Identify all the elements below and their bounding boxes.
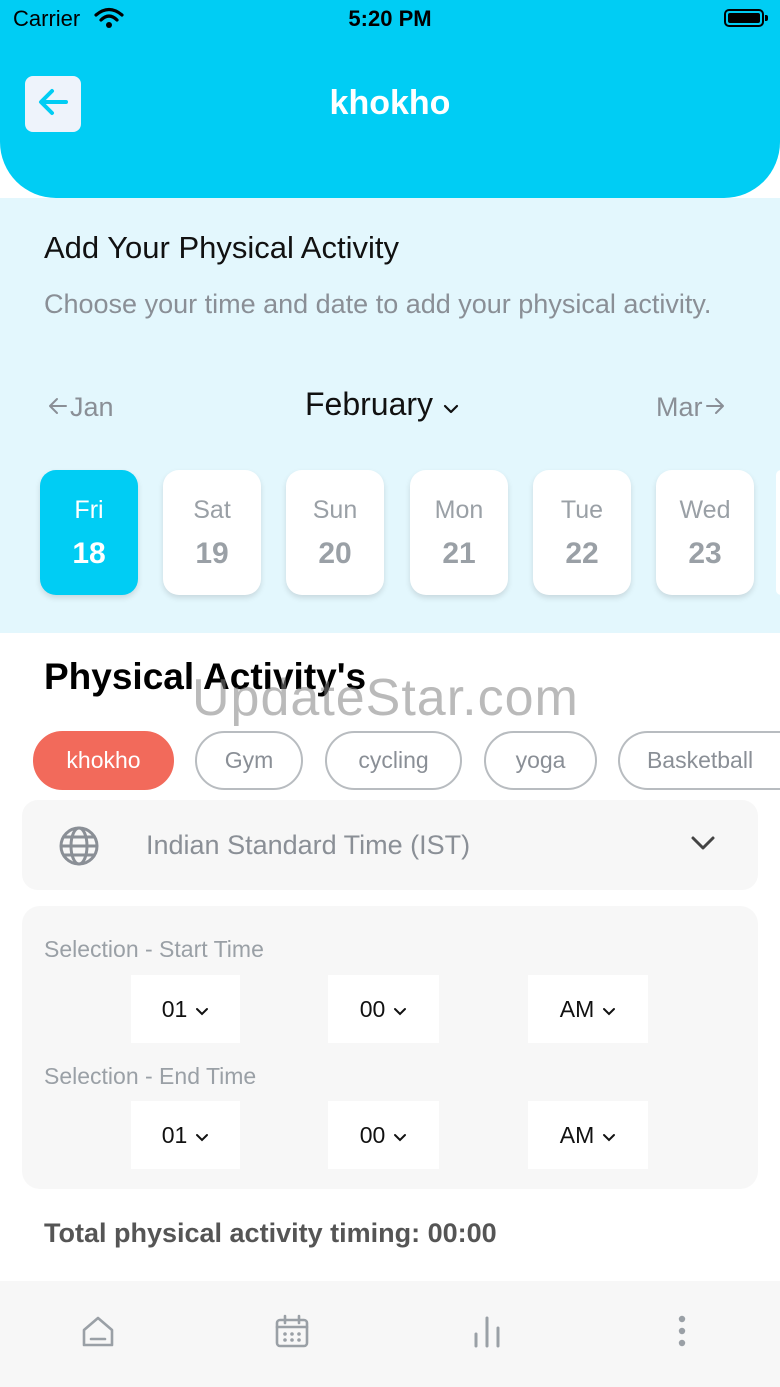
- total-activity-timing: Total physical activity timing: 00:00: [44, 1218, 497, 1248]
- chevron-down-icon: [393, 996, 407, 1023]
- status-bar: Carrier 5:20 PM: [0, 0, 780, 40]
- day-number: 21: [442, 537, 476, 570]
- end-time-label: Selection - End Time: [44, 1063, 257, 1089]
- end-minute-select[interactable]: 00: [328, 1101, 439, 1169]
- page-title: khokho: [329, 84, 451, 122]
- start-minute-value: 00: [359, 995, 386, 1022]
- month-selector[interactable]: February: [305, 386, 459, 423]
- status-time: 5:20 PM: [348, 6, 432, 31]
- prev-month-button[interactable]: Jan: [46, 392, 114, 423]
- day-name: Wed: [679, 496, 731, 524]
- end-hour-select[interactable]: 01: [131, 1101, 240, 1169]
- end-period-select[interactable]: AM: [528, 1101, 648, 1169]
- globe-icon: [58, 825, 100, 872]
- home-icon[interactable]: [78, 1311, 118, 1351]
- chevron-down-icon: [602, 996, 616, 1023]
- day-number: 18: [72, 537, 106, 570]
- day-name: Mon: [434, 496, 484, 524]
- next-month-button[interactable]: Mar: [656, 392, 727, 423]
- chevron-down-icon: [195, 1122, 209, 1149]
- arrow-left-icon: [46, 392, 68, 423]
- chevron-down-icon: [690, 833, 716, 858]
- day-name: Sun: [312, 496, 358, 524]
- end-period-value: AM: [559, 1121, 595, 1148]
- start-minute-select[interactable]: 00: [328, 975, 439, 1043]
- start-hour-value: 01: [161, 995, 188, 1022]
- timezone-label: Indian Standard Time (IST): [146, 830, 471, 860]
- day-number: 22: [565, 537, 599, 570]
- more-icon[interactable]: [662, 1311, 702, 1351]
- panel-title: Add Your Physical Activity: [44, 230, 399, 265]
- arrow-right-icon: [705, 392, 727, 423]
- day-card[interactable]: Wed 23: [656, 470, 754, 595]
- day-card[interactable]: Fri 18: [40, 470, 138, 595]
- day-number: 19: [195, 537, 229, 570]
- chevron-down-icon: [393, 1122, 407, 1149]
- battery-icon: [724, 9, 768, 27]
- chevron-down-icon: [195, 996, 209, 1023]
- end-hour-value: 01: [161, 1121, 188, 1148]
- timezone-select[interactable]: Indian Standard Time (IST): [22, 800, 758, 890]
- day-card[interactable]: Sun 20: [286, 470, 384, 595]
- activity-chip[interactable]: khokho: [33, 731, 174, 790]
- day-card-partial[interactable]: [776, 470, 780, 595]
- current-month-label: February: [305, 386, 434, 422]
- day-number: 23: [688, 537, 722, 570]
- start-period-select[interactable]: AM: [528, 975, 648, 1043]
- next-month-label: Mar: [656, 392, 703, 422]
- day-card[interactable]: Mon 21: [410, 470, 508, 595]
- chevron-down-icon: [602, 1122, 616, 1149]
- calendar-icon[interactable]: [272, 1311, 312, 1351]
- chevron-down-icon: [443, 386, 459, 423]
- prev-month-label: Jan: [70, 392, 114, 422]
- activity-chip[interactable]: cycling: [325, 731, 462, 790]
- activity-chip[interactable]: Basketball: [618, 731, 780, 790]
- end-minute-value: 00: [359, 1121, 386, 1148]
- day-card[interactable]: Tue 22: [533, 470, 631, 595]
- day-card[interactable]: Sat 19: [163, 470, 261, 595]
- activity-chip[interactable]: Gym: [195, 731, 303, 790]
- activity-chip[interactable]: yoga: [484, 731, 597, 790]
- bottom-nav: [0, 1281, 780, 1387]
- watermark: UpdateStar.com: [192, 669, 579, 727]
- start-period-value: AM: [559, 995, 595, 1022]
- start-time-label: Selection - Start Time: [44, 936, 264, 962]
- day-number: 20: [318, 537, 352, 570]
- panel-subtitle: Choose your time and date to add your ph…: [44, 289, 712, 319]
- day-name: Fri: [74, 496, 104, 524]
- start-hour-select[interactable]: 01: [131, 975, 240, 1043]
- day-name: Sat: [193, 496, 231, 524]
- app-header: Carrier 5:20 PM khokho: [0, 0, 780, 198]
- day-name: Tue: [560, 496, 604, 524]
- stats-icon[interactable]: [467, 1311, 507, 1351]
